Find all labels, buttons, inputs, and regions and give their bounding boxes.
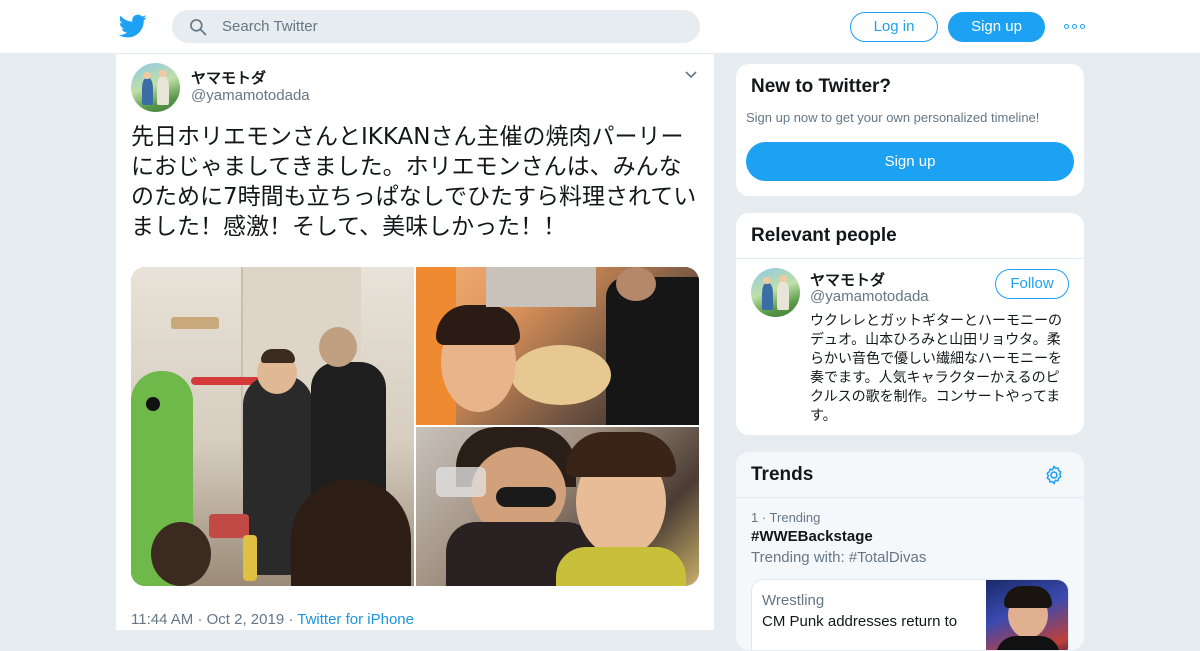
top-navigation-bar: Log in Sign up: [0, 0, 1200, 54]
gear-icon[interactable]: [1043, 464, 1065, 486]
search-icon: [190, 18, 207, 35]
avatar[interactable]: [131, 63, 180, 112]
trend-rank: 1 · Trending: [751, 510, 821, 525]
tweet-metadata: 11:44 AM · Oct 2, 2019 · Twitter for iPh…: [131, 611, 414, 628]
trends-title: Trends: [751, 464, 814, 485]
signup-button[interactable]: Sign up: [948, 12, 1045, 42]
trend-related[interactable]: Trending with: #TotalDivas: [751, 549, 926, 566]
tweet-time: 11:44 AM: [131, 611, 194, 628]
login-button[interactable]: Log in: [850, 12, 938, 42]
photo-selfie-friends[interactable]: [416, 427, 699, 586]
news-thumbnail[interactable]: [986, 580, 1068, 650]
signup-cta-button[interactable]: Sign up: [746, 142, 1074, 181]
person-name[interactable]: ヤマモトダ: [810, 269, 885, 290]
author-name[interactable]: ヤマモトダ: [191, 67, 266, 88]
relevant-people-title: Relevant people: [751, 225, 897, 246]
trend-news-card[interactable]: Wrestling CM Punk addresses return to: [751, 579, 1069, 650]
tweet-media-grid[interactable]: [131, 267, 699, 586]
new-to-twitter-subtitle: Sign up now to get your own personalized…: [746, 110, 1040, 125]
separator-dot: ·: [197, 611, 203, 628]
tweet-text: 先日ホリエモンさんとIKKANさん主催の焼肉パーリーにおじゃましてきました。ホリ…: [131, 124, 697, 240]
tweet-source-link[interactable]: Twitter for iPhone: [297, 611, 414, 628]
tweet-date: Oct 2, 2019: [206, 611, 285, 628]
separator-dot: ·: [288, 611, 294, 628]
photo-kitchen[interactable]: [131, 267, 414, 586]
twitter-bird-icon[interactable]: [118, 12, 148, 40]
new-to-twitter-card: New to Twitter? Sign up now to get your …: [735, 63, 1085, 197]
more-dots-icon[interactable]: [1064, 18, 1088, 34]
divider: [736, 258, 1084, 259]
trend-hashtag[interactable]: #WWEBackstage: [751, 528, 873, 545]
person-handle[interactable]: @yamamotodada: [810, 288, 929, 305]
avatar[interactable]: [751, 268, 800, 317]
new-to-twitter-title: New to Twitter?: [751, 76, 892, 97]
search-box[interactable]: [172, 10, 700, 43]
follow-button[interactable]: Follow: [995, 269, 1069, 299]
trends-card: Trends 1 · Trending #WWEBackstage Trendi…: [735, 451, 1085, 651]
search-input[interactable]: [222, 18, 662, 35]
news-headline[interactable]: CM Punk addresses return to: [762, 613, 977, 630]
relevant-people-card: Relevant people ヤマモトダ @yamamotodada Foll…: [735, 212, 1085, 436]
tweet-card: ヤマモトダ @yamamotodada 先日ホリエモンさんとIKKANさん主催の…: [115, 54, 715, 630]
chevron-down-icon[interactable]: [684, 70, 698, 80]
photo-selfie-cooking[interactable]: [416, 267, 699, 425]
person-bio: ウクレレとガットギターとハーモニーのデュオ。山本ひろみと山田リョウタ。柔らかい音…: [810, 313, 1062, 424]
divider: [736, 497, 1084, 498]
news-category: Wrestling: [762, 592, 825, 609]
author-handle[interactable]: @yamamotodada: [191, 87, 310, 104]
